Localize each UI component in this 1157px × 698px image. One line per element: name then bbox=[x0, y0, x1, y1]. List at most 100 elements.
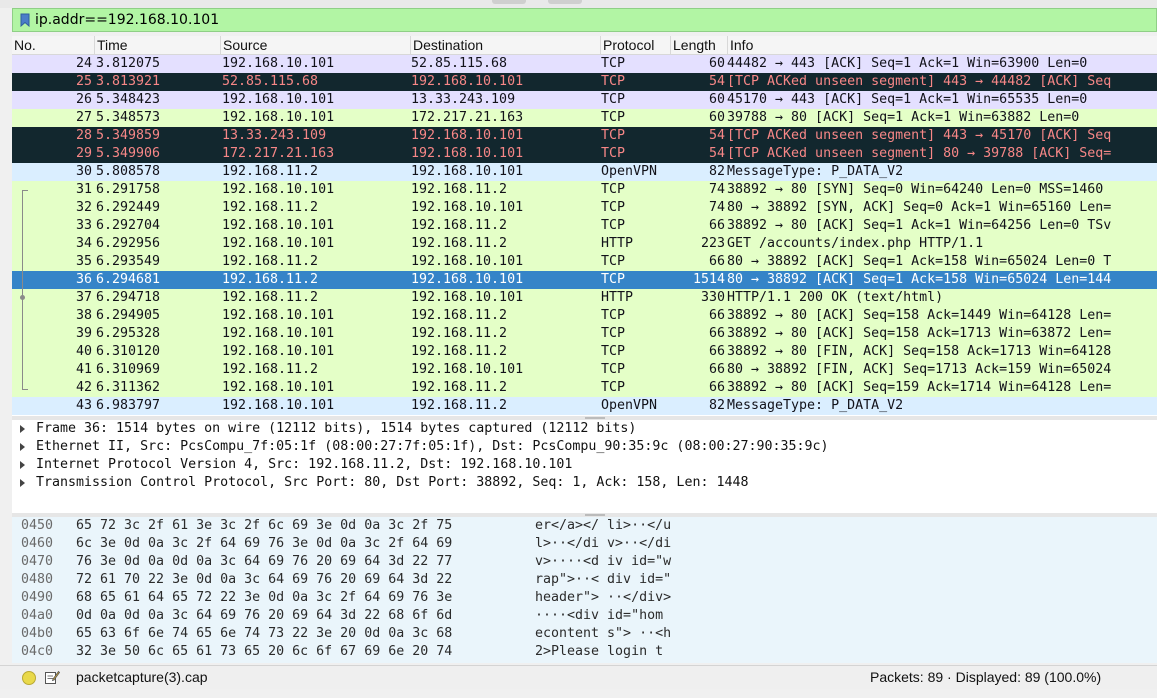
byte-hex: 32 3e 50 6c 65 61 73 65 20 6c 6f 67 69 6… bbox=[76, 644, 453, 659]
column-header-protocol[interactable]: Protocol bbox=[600, 36, 670, 55]
packet-destination: 52.85.115.68 bbox=[411, 56, 508, 71]
packet-row[interactable]: 38 6.294905 192.168.10.101 192.168.11.2 TCP 6… bbox=[12, 307, 1157, 325]
packet-source: 192.168.10.101 bbox=[222, 110, 335, 125]
packet-row[interactable]: 28 5.349859 13.33.243.109 192.168.10.101 TCP… bbox=[12, 127, 1157, 145]
packet-number: 34 bbox=[75, 236, 92, 251]
byte-row[interactable]: 0470 76 3e 0d 0a 0d 0a 3c 64 69 76 20 69 … bbox=[12, 553, 1157, 571]
byte-hex: 72 61 70 22 3e 0d 0a 3c 64 69 76 20 69 6… bbox=[76, 572, 453, 587]
column-header-length[interactable]: Length bbox=[670, 36, 727, 55]
status-bar: packetcapture(3).cap Packets: 89 · Displ… bbox=[0, 665, 1157, 689]
packet-row[interactable]: 37 6.294718 192.168.11.2 192.168.10.101 HTTP… bbox=[12, 289, 1157, 307]
packet-info: 45170 → 443 [ACK] Seq=1 Ack=1 Win=65535 … bbox=[727, 92, 1088, 107]
packet-time: 6.292449 bbox=[96, 200, 161, 215]
byte-row[interactable]: 04a0 0d 0a 0d 0a 3c 64 69 76 20 69 64 3d … bbox=[12, 607, 1157, 625]
packet-destination: 192.168.10.101 bbox=[411, 128, 524, 143]
display-filter-bar[interactable]: ip.addr==192.168.10.101 bbox=[12, 8, 1157, 32]
byte-row[interactable]: 04b0 65 63 6f 6e 74 65 6e 74 73 22 3e 20 … bbox=[12, 625, 1157, 643]
toolbar-tab-nub bbox=[548, 0, 582, 4]
packet-source: 192.168.10.101 bbox=[222, 92, 335, 107]
packet-source: 192.168.10.101 bbox=[222, 344, 335, 359]
byte-row[interactable]: 04c0 32 3e 50 6c 65 61 73 65 20 6c 6f 67 … bbox=[12, 643, 1157, 661]
packet-time: 6.292956 bbox=[96, 236, 161, 251]
packet-time: 6.983797 bbox=[96, 398, 161, 413]
packet-details-pane[interactable]: Frame 36: 1514 bytes on wire (12112 bits… bbox=[12, 420, 1157, 514]
packet-length: 223 bbox=[700, 236, 725, 251]
detail-tcp[interactable]: Transmission Control Protocol, Src Port:… bbox=[12, 474, 1157, 492]
packet-length: 66 bbox=[708, 308, 725, 323]
byte-row[interactable]: 0490 68 65 61 64 65 72 22 3e 0d 0a 3c 2f … bbox=[12, 589, 1157, 607]
packet-row[interactable]: 24 3.812075 192.168.10.101 52.85.115.68 TCP 6… bbox=[12, 55, 1157, 73]
packet-number: 40 bbox=[75, 344, 92, 359]
packet-rows: 24 3.812075 192.168.10.101 52.85.115.68 TCP 6… bbox=[12, 55, 1157, 415]
packet-row[interactable]: 30 5.808578 192.168.11.2 192.168.10.101 Open… bbox=[12, 163, 1157, 181]
edit-comment-icon[interactable] bbox=[44, 669, 61, 685]
packet-row[interactable]: 43 6.983797 192.168.10.101 192.168.11.2 Open… bbox=[12, 397, 1157, 415]
packet-destination: 192.168.11.2 bbox=[411, 398, 508, 413]
display-filter-input[interactable]: ip.addr==192.168.10.101 bbox=[35, 12, 219, 28]
packet-source: 192.168.10.101 bbox=[222, 56, 335, 71]
packet-number: 41 bbox=[75, 362, 92, 377]
packet-info: 80 → 38892 [SYN, ACK] Seq=0 Ack=1 Win=65… bbox=[727, 200, 1112, 215]
packet-info: MessageType: P_DATA_V2 bbox=[727, 164, 904, 179]
expand-arrow-icon[interactable] bbox=[20, 443, 25, 451]
packet-protocol: TCP bbox=[601, 182, 626, 197]
expand-arrow-icon[interactable] bbox=[20, 425, 25, 433]
packet-info: 38892 → 80 [ACK] Seq=158 Ack=1449 Win=64… bbox=[727, 308, 1112, 323]
packet-source: 192.168.10.101 bbox=[222, 380, 335, 395]
column-header-info[interactable]: Info bbox=[727, 36, 1157, 55]
packet-time: 3.813921 bbox=[96, 74, 161, 89]
packet-row[interactable]: 29 5.349906 172.217.21.163 192.168.10.101 TC… bbox=[12, 145, 1157, 163]
packet-number: 43 bbox=[75, 398, 92, 413]
column-header-destination[interactable]: Destination bbox=[410, 36, 600, 55]
packet-row[interactable]: 33 6.292704 192.168.10.101 192.168.11.2 TCP 6… bbox=[12, 217, 1157, 235]
byte-hex: 68 65 61 64 65 72 22 3e 0d 0a 3c 2f 64 6… bbox=[76, 590, 453, 605]
bookmark-icon[interactable] bbox=[18, 11, 32, 29]
packet-row[interactable]: 25 3.813921 52.85.115.68 192.168.10.101 TCP 5… bbox=[12, 73, 1157, 91]
packet-row[interactable]: 40 6.310120 192.168.10.101 192.168.11.2 TCP 6… bbox=[12, 343, 1157, 361]
packet-row[interactable]: 27 5.348573 192.168.10.101 172.217.21.163 TC… bbox=[12, 109, 1157, 127]
packet-row[interactable]: 41 6.310969 192.168.11.2 192.168.10.101 TCP 6… bbox=[12, 361, 1157, 379]
column-header-source[interactable]: Source bbox=[220, 36, 410, 55]
packet-info: 38892 → 80 [ACK] Seq=159 Ack=1714 Win=64… bbox=[727, 380, 1112, 395]
packet-row[interactable]: 36 6.294681 192.168.11.2 192.168.10.101 TCP 1… bbox=[12, 271, 1157, 289]
packet-row[interactable]: 31 6.291758 192.168.10.101 192.168.11.2 TCP 7… bbox=[12, 181, 1157, 199]
packet-protocol: HTTP bbox=[601, 290, 634, 305]
status-indicator-icon[interactable] bbox=[22, 671, 36, 685]
packet-length: 54 bbox=[708, 74, 725, 89]
detail-frame[interactable]: Frame 36: 1514 bytes on wire (12112 bits… bbox=[12, 420, 1157, 438]
detail-ethernet[interactable]: Ethernet II, Src: PcsCompu_7f:05:1f (08:… bbox=[12, 438, 1157, 456]
packet-info: 38892 → 80 [ACK] Seq=1 Ack=1 Win=64256 L… bbox=[727, 218, 1112, 233]
packet-time: 5.349859 bbox=[96, 128, 161, 143]
detail-ip[interactable]: Internet Protocol Version 4, Src: 192.16… bbox=[12, 456, 1157, 474]
expand-arrow-icon[interactable] bbox=[20, 461, 25, 469]
packet-number: 24 bbox=[75, 56, 92, 71]
packet-list-header: No. Time Source Destination Protocol Len… bbox=[12, 36, 1157, 55]
packet-list[interactable]: No. Time Source Destination Protocol Len… bbox=[12, 36, 1157, 416]
packet-length: 66 bbox=[708, 326, 725, 341]
packet-destination: 172.217.21.163 bbox=[411, 110, 524, 125]
byte-row[interactable]: 0460 6c 3e 0d 0a 3c 2f 64 69 76 3e 0d 0a … bbox=[12, 535, 1157, 553]
packet-info: 80 → 38892 [FIN, ACK] Seq=1713 Ack=159 W… bbox=[727, 362, 1112, 377]
expand-arrow-icon[interactable] bbox=[20, 479, 25, 487]
packet-row[interactable]: 34 6.292956 192.168.10.101 192.168.11.2 HTTP… bbox=[12, 235, 1157, 253]
byte-row[interactable]: 0480 72 61 70 22 3e 0d 0a 3c 64 69 76 20 … bbox=[12, 571, 1157, 589]
packet-source: 192.168.11.2 bbox=[222, 200, 319, 215]
packet-protocol: OpenVPN bbox=[601, 398, 658, 413]
packet-destination: 192.168.11.2 bbox=[411, 380, 508, 395]
packet-row[interactable]: 39 6.295328 192.168.10.101 192.168.11.2 TCP 6… bbox=[12, 325, 1157, 343]
packet-protocol: TCP bbox=[601, 218, 626, 233]
byte-row[interactable]: 0450 65 72 3c 2f 61 3e 3c 2f 6c 69 3e 0d … bbox=[12, 517, 1157, 535]
packet-bytes-pane[interactable]: 0450 65 72 3c 2f 61 3e 3c 2f 6c 69 3e 0d … bbox=[12, 517, 1157, 663]
packet-row[interactable]: 42 6.311362 192.168.10.101 192.168.11.2 TCP 6… bbox=[12, 379, 1157, 397]
packet-row[interactable]: 26 5.348423 192.168.10.101 13.33.243.109 TCP… bbox=[12, 91, 1157, 109]
column-header-time[interactable]: Time bbox=[94, 36, 220, 55]
packet-length: 60 bbox=[708, 56, 725, 71]
packet-length: 66 bbox=[708, 362, 725, 377]
packet-length: 66 bbox=[708, 254, 725, 269]
packet-row[interactable]: 32 6.292449 192.168.11.2 192.168.10.101 TCP 7… bbox=[12, 199, 1157, 217]
column-header-no[interactable]: No. bbox=[12, 36, 94, 55]
packet-row[interactable]: 35 6.293549 192.168.11.2 192.168.10.101 TCP 6… bbox=[12, 253, 1157, 271]
packet-protocol: OpenVPN bbox=[601, 164, 658, 179]
packet-destination: 192.168.10.101 bbox=[411, 272, 524, 287]
packet-count-status: Packets: 89 · Displayed: 89 (100.0%) bbox=[870, 669, 1102, 685]
